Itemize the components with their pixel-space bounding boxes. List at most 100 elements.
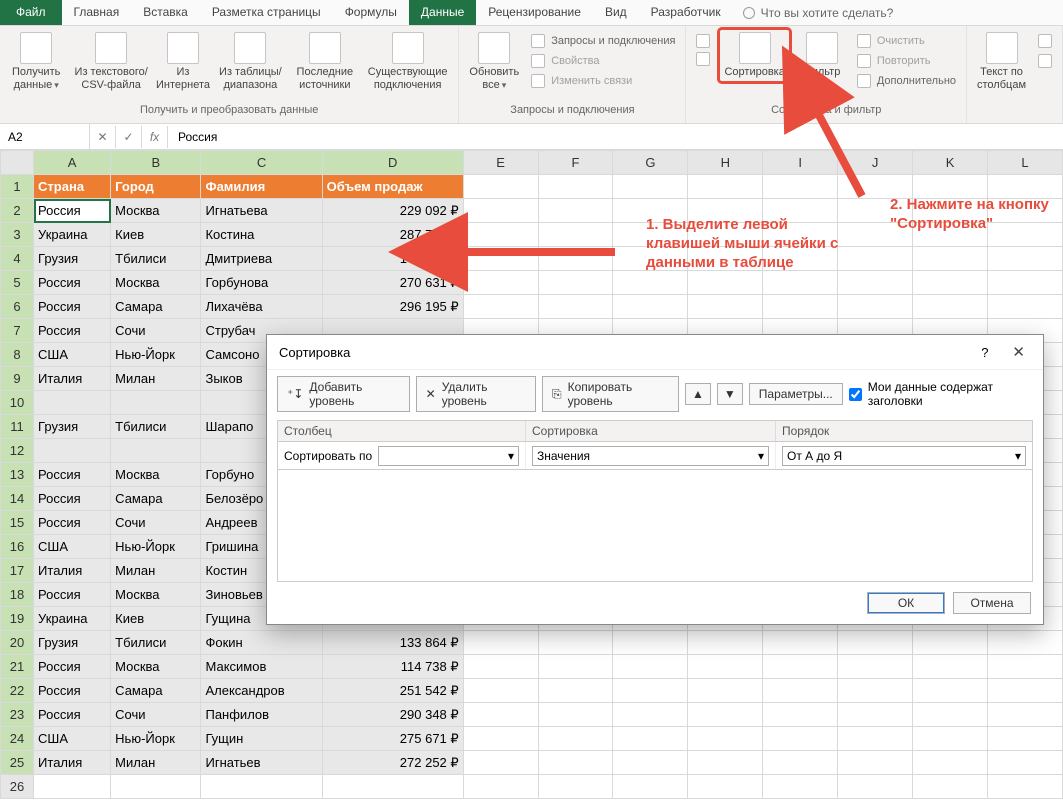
empty-cell[interactable]	[688, 703, 763, 727]
empty-cell[interactable]	[913, 775, 988, 799]
empty-cell[interactable]	[613, 175, 688, 199]
table-cell[interactable]: Россия	[34, 655, 111, 679]
row-header-6[interactable]: 6	[1, 295, 34, 319]
empty-cell[interactable]	[763, 751, 838, 775]
table-cell[interactable]: Александров	[201, 679, 322, 703]
empty-cell[interactable]	[838, 703, 913, 727]
get-data-button[interactable]: Получить данные	[8, 30, 64, 93]
table-cell[interactable]: Италия	[34, 367, 111, 391]
row-header-22[interactable]: 22	[1, 679, 34, 703]
empty-cell[interactable]	[988, 727, 1063, 751]
empty-cell[interactable]	[988, 775, 1063, 799]
options-button[interactable]: Параметры...	[749, 383, 843, 405]
dialog-titlebar[interactable]: Сортировка ? ✕	[267, 335, 1043, 370]
col-header-F[interactable]: F	[538, 151, 613, 175]
sort-button[interactable]: Сортировка	[720, 30, 788, 81]
table-cell[interactable]	[322, 775, 463, 799]
table-cell[interactable]: США	[34, 343, 111, 367]
col-header-B[interactable]: B	[111, 151, 201, 175]
table-cell[interactable]: Россия	[34, 511, 111, 535]
table-header-cell[interactable]: Фамилия	[201, 175, 322, 199]
table-cell[interactable]: Нью-Йорк	[111, 343, 201, 367]
table-cell[interactable]: Киев	[111, 607, 201, 631]
table-cell[interactable]: 133 864 ₽	[322, 631, 463, 655]
empty-cell[interactable]	[613, 775, 688, 799]
formula-input[interactable]	[168, 124, 1063, 149]
tab-insert[interactable]: Вставка	[131, 0, 200, 25]
table-cell[interactable]: Россия	[34, 463, 111, 487]
col-header-G[interactable]: G	[613, 151, 688, 175]
properties-button[interactable]: Свойства	[529, 52, 677, 70]
empty-cell[interactable]	[988, 655, 1063, 679]
table-cell[interactable]: 270 631 ₽	[322, 271, 463, 295]
table-cell[interactable]: Милан	[111, 559, 201, 583]
empty-cell[interactable]	[763, 655, 838, 679]
add-level-button[interactable]: ⁺↧Добавить уровень	[277, 376, 410, 412]
queries-connections-button[interactable]: Запросы и подключения	[529, 32, 677, 50]
empty-cell[interactable]	[538, 679, 613, 703]
table-cell[interactable]: 296 195 ₽	[322, 295, 463, 319]
delete-level-button[interactable]: ✕Удалить уровень	[416, 376, 536, 412]
row-header-18[interactable]: 18	[1, 583, 34, 607]
data-tool-btn2[interactable]	[1036, 52, 1054, 70]
empty-cell[interactable]	[988, 703, 1063, 727]
col-header-D[interactable]: D	[322, 151, 463, 175]
row-header-24[interactable]: 24	[1, 727, 34, 751]
empty-cell[interactable]	[613, 271, 688, 295]
empty-cell[interactable]	[538, 703, 613, 727]
table-cell[interactable]: 290 348 ₽	[322, 703, 463, 727]
table-cell[interactable]: Нью-Йорк	[111, 727, 201, 751]
table-cell[interactable]: Лихачёва	[201, 295, 322, 319]
recent-sources-button[interactable]: Последние источники	[293, 30, 357, 93]
table-cell[interactable]: Москва	[111, 655, 201, 679]
table-cell[interactable]: Тбилиси	[111, 415, 201, 439]
empty-cell[interactable]	[688, 655, 763, 679]
empty-cell[interactable]	[613, 703, 688, 727]
table-cell[interactable]: Фокин	[201, 631, 322, 655]
table-cell[interactable]: Грузия	[34, 631, 111, 655]
table-cell[interactable]: Максимов	[201, 655, 322, 679]
col-header-C[interactable]: C	[201, 151, 322, 175]
tab-formulas[interactable]: Формулы	[333, 0, 409, 25]
empty-cell[interactable]	[613, 631, 688, 655]
empty-cell[interactable]	[463, 295, 538, 319]
table-cell[interactable]: 272 252 ₽	[322, 751, 463, 775]
copy-level-button[interactable]: ⎘Копировать уровень	[542, 376, 679, 412]
clear-filter-button[interactable]: Очистить	[855, 32, 958, 50]
sort-order-select[interactable]: От А до Я▾	[782, 446, 1026, 466]
table-header-cell[interactable]: Страна	[34, 175, 111, 199]
empty-cell[interactable]	[688, 631, 763, 655]
empty-cell[interactable]	[463, 175, 538, 199]
row-header-9[interactable]: 9	[1, 367, 34, 391]
edit-links-button[interactable]: Изменить связи	[529, 72, 677, 90]
table-cell[interactable]: Россия	[34, 487, 111, 511]
empty-cell[interactable]	[988, 271, 1063, 295]
empty-cell[interactable]	[613, 655, 688, 679]
empty-cell[interactable]	[763, 271, 838, 295]
col-header-E[interactable]: E	[463, 151, 538, 175]
empty-cell[interactable]	[538, 271, 613, 295]
empty-cell[interactable]	[913, 175, 988, 199]
empty-cell[interactable]	[838, 679, 913, 703]
from-table-button[interactable]: Из таблицы/ диапазона	[216, 30, 285, 93]
table-cell[interactable]	[111, 391, 201, 415]
name-box[interactable]	[0, 124, 90, 149]
table-header-cell[interactable]: Объем продаж	[322, 175, 463, 199]
table-cell[interactable]: Россия	[34, 583, 111, 607]
table-cell[interactable]: Костина	[201, 223, 322, 247]
empty-cell[interactable]	[913, 751, 988, 775]
filter-button[interactable]: Фильтр	[797, 30, 847, 81]
empty-cell[interactable]	[688, 175, 763, 199]
empty-cell[interactable]	[463, 703, 538, 727]
table-cell[interactable]	[34, 391, 111, 415]
empty-cell[interactable]	[538, 175, 613, 199]
empty-cell[interactable]	[988, 751, 1063, 775]
empty-cell[interactable]	[613, 751, 688, 775]
empty-cell[interactable]	[688, 271, 763, 295]
empty-cell[interactable]	[763, 679, 838, 703]
table-cell[interactable]: Горбунова	[201, 271, 322, 295]
reapply-button[interactable]: Повторить	[855, 52, 958, 70]
table-cell[interactable]: 114 738 ₽	[322, 655, 463, 679]
advanced-filter-button[interactable]: Дополнительно	[855, 72, 958, 90]
empty-cell[interactable]	[913, 247, 988, 271]
